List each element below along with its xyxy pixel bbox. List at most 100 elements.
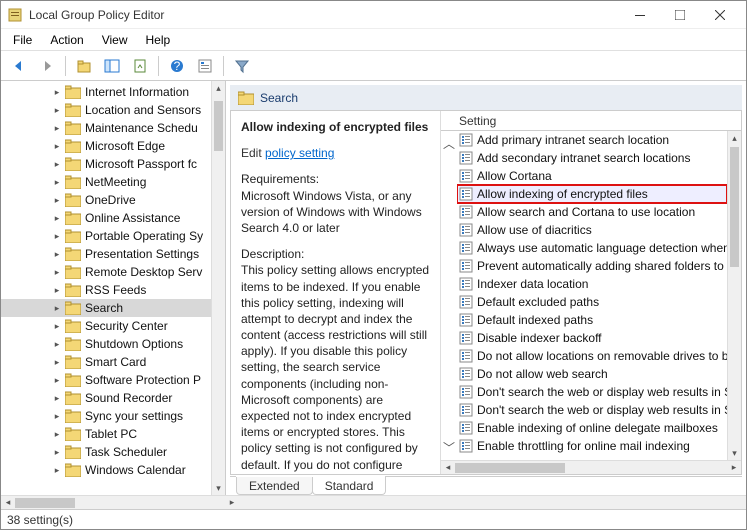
tree-item[interactable]: ▸Task Scheduler (1, 443, 211, 461)
tree-item[interactable]: ▸Portable Operating Sy (1, 227, 211, 245)
list-row[interactable]: Do not allow locations on removable driv… (457, 347, 727, 365)
up-button[interactable] (72, 54, 96, 78)
tree-item[interactable]: ▸Security Center (1, 317, 211, 335)
menu-file[interactable]: File (5, 31, 40, 49)
scroll-thumb[interactable] (214, 101, 223, 151)
list-horizontal-scrollbar[interactable]: ◂ ▸ (441, 460, 741, 474)
tree-item[interactable]: ▸Sync your settings (1, 407, 211, 425)
list-row[interactable]: Enable indexing of online delegate mailb… (457, 419, 727, 437)
tree-item[interactable]: ▸Presentation Settings (1, 245, 211, 263)
tree-item[interactable]: ▸Windows Calendar (1, 461, 211, 479)
tree-item[interactable]: ▸Tablet PC (1, 425, 211, 443)
chevron-down-icon[interactable]: ﹀ (443, 439, 455, 456)
scroll-thumb[interactable] (730, 147, 739, 267)
scroll-up-icon[interactable]: ▴ (728, 131, 741, 145)
scroll-right-icon[interactable]: ▸ (727, 462, 741, 473)
edit-policy-link[interactable]: policy setting (265, 146, 334, 160)
tree-horizontal-scrollbar[interactable]: ◂ ▸ (1, 495, 746, 509)
list-row[interactable]: Allow search and Cortana to use location (457, 203, 727, 221)
minimize-button[interactable] (620, 1, 660, 29)
expand-icon[interactable]: ▸ (51, 266, 63, 278)
tree-item[interactable]: ▸Shutdown Options (1, 335, 211, 353)
tree-item[interactable]: ▸Search (1, 299, 211, 317)
tree-vertical-scrollbar[interactable]: ▴ ▾ (211, 81, 225, 495)
list-spin-gutter[interactable]: ︿ ﹀ (441, 131, 457, 460)
tree-item[interactable]: ▸Smart Card (1, 353, 211, 371)
list-row[interactable]: Prevent automatically adding shared fold… (457, 257, 727, 275)
settings-list[interactable]: Add primary intranet search locationAdd … (457, 131, 727, 460)
list-row[interactable]: Don't search the web or display web resu… (457, 401, 727, 419)
tree-item[interactable]: ▸Online Assistance (1, 209, 211, 227)
expand-icon[interactable]: ▸ (51, 320, 63, 332)
tree-item[interactable]: ▸Microsoft Passport fc (1, 155, 211, 173)
expand-icon[interactable]: ▸ (51, 374, 63, 386)
tree-item[interactable]: ▸RSS Feeds (1, 281, 211, 299)
close-button[interactable] (700, 1, 740, 29)
scroll-right-icon[interactable]: ▸ (225, 497, 239, 508)
list-row[interactable]: Default indexed paths (457, 311, 727, 329)
expand-icon[interactable]: ▸ (51, 356, 63, 368)
back-button[interactable] (7, 54, 31, 78)
menu-view[interactable]: View (94, 31, 136, 49)
list-header[interactable]: Setting (441, 111, 741, 131)
tree-item[interactable]: ▸Sound Recorder (1, 389, 211, 407)
expand-icon[interactable]: ▸ (51, 86, 63, 98)
menu-action[interactable]: Action (42, 31, 91, 49)
expand-icon[interactable]: ▸ (51, 410, 63, 422)
scroll-left-icon[interactable]: ◂ (1, 497, 15, 508)
show-hide-tree-button[interactable] (100, 54, 124, 78)
expand-icon[interactable]: ▸ (51, 338, 63, 350)
help-button[interactable]: ? (165, 54, 189, 78)
list-row[interactable]: Do not allow web search (457, 365, 727, 383)
scroll-up-icon[interactable]: ▴ (212, 81, 225, 95)
list-vertical-scrollbar[interactable]: ▴ ▾ (727, 131, 741, 460)
maximize-button[interactable] (660, 1, 700, 29)
expand-icon[interactable]: ▸ (51, 302, 63, 314)
expand-icon[interactable]: ▸ (51, 176, 63, 188)
chevron-up-icon[interactable]: ︿ (443, 135, 455, 152)
properties-button[interactable] (193, 54, 217, 78)
expand-icon[interactable]: ▸ (51, 158, 63, 170)
list-row[interactable]: Add primary intranet search location (457, 131, 727, 149)
expand-icon[interactable]: ▸ (51, 464, 63, 476)
list-row[interactable]: Allow use of diacritics (457, 221, 727, 239)
tree-item[interactable]: ▸Microsoft Edge (1, 137, 211, 155)
tree-item[interactable]: ▸NetMeeting (1, 173, 211, 191)
list-row[interactable]: Don't search the web or display web resu… (457, 383, 727, 401)
scroll-down-icon[interactable]: ▾ (212, 481, 225, 495)
tree-item[interactable]: ▸Internet Information (1, 83, 211, 101)
list-row[interactable]: Enable throttling for online mail indexi… (457, 437, 727, 455)
tab-standard[interactable]: Standard (312, 477, 387, 495)
scroll-thumb[interactable] (15, 498, 75, 508)
expand-icon[interactable]: ▸ (51, 284, 63, 296)
expand-icon[interactable]: ▸ (51, 140, 63, 152)
filter-button[interactable] (230, 54, 254, 78)
expand-icon[interactable]: ▸ (51, 212, 63, 224)
tree-item[interactable]: ▸Remote Desktop Serv (1, 263, 211, 281)
scroll-down-icon[interactable]: ▾ (728, 446, 741, 460)
list-row[interactable]: Disable indexer backoff (457, 329, 727, 347)
tree-item[interactable]: ▸Location and Sensors (1, 101, 211, 119)
expand-icon[interactable]: ▸ (51, 122, 63, 134)
tree-item[interactable]: ▸Software Protection P (1, 371, 211, 389)
expand-icon[interactable]: ▸ (51, 194, 63, 206)
scroll-left-icon[interactable]: ◂ (441, 462, 455, 473)
expand-icon[interactable]: ▸ (51, 428, 63, 440)
forward-button[interactable] (35, 54, 59, 78)
list-row[interactable]: Indexer data location (457, 275, 727, 293)
tree-item[interactable]: ▸OneDrive (1, 191, 211, 209)
tree-item[interactable]: ▸Maintenance Schedu (1, 119, 211, 137)
scroll-thumb[interactable] (455, 463, 565, 473)
expand-icon[interactable]: ▸ (51, 104, 63, 116)
list-row[interactable]: Allow Cortana (457, 167, 727, 185)
expand-icon[interactable]: ▸ (51, 230, 63, 242)
expand-icon[interactable]: ▸ (51, 392, 63, 404)
expand-icon[interactable]: ▸ (51, 248, 63, 260)
list-row[interactable]: Allow indexing of encrypted files (457, 185, 727, 203)
tab-extended[interactable]: Extended (236, 477, 313, 495)
expand-icon[interactable]: ▸ (51, 446, 63, 458)
list-row[interactable]: Add secondary intranet search locations (457, 149, 727, 167)
tree[interactable]: ▸Internet Information▸Location and Senso… (1, 81, 211, 479)
list-row[interactable]: Always use automatic language detection … (457, 239, 727, 257)
menu-help[interactable]: Help (138, 31, 179, 49)
